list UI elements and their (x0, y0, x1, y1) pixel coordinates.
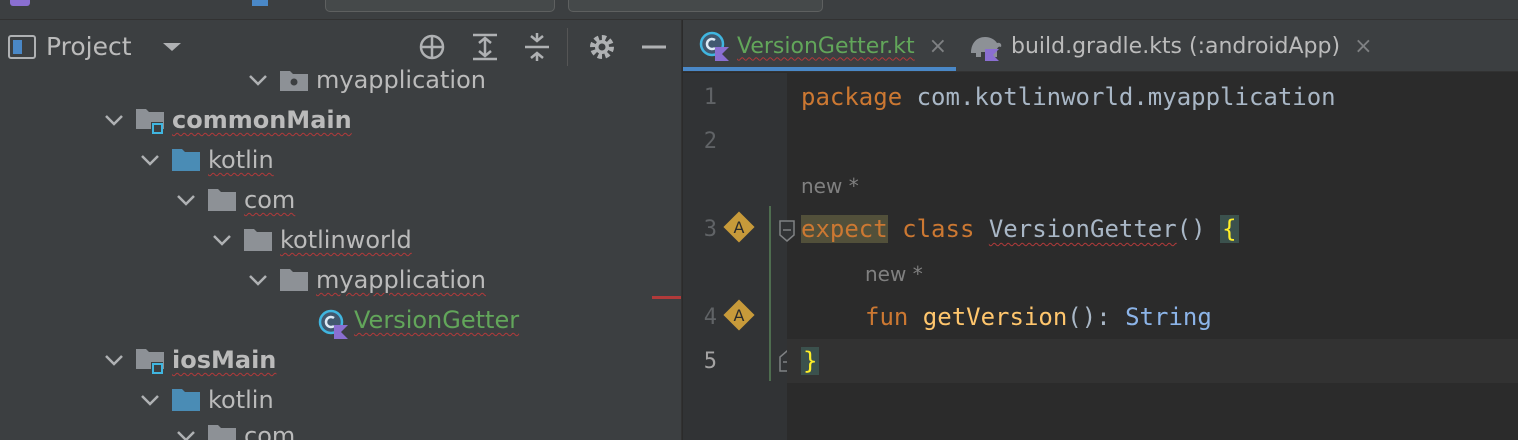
tab-label: build.gradle.kts (:androidApp) (1011, 33, 1341, 59)
code-editor[interactable]: 1 2 3 4 5 A A package com.kotlinworld.my… (683, 73, 1518, 440)
tree-node[interactable]: kotlin (138, 140, 274, 180)
tree-node[interactable]: iosMain (102, 340, 276, 380)
kotlin-class-icon (699, 31, 729, 61)
tree-label: kotlin (208, 386, 274, 414)
minimize-icon[interactable] (640, 32, 670, 62)
chevron-down-icon[interactable] (174, 188, 198, 212)
line-number: 4 (703, 305, 717, 330)
source-folder-icon (172, 149, 200, 171)
code-line-5[interactable]: } (801, 347, 820, 375)
line-number: 5 (703, 349, 717, 374)
code-line-3[interactable]: expect class VersionGetter() { (801, 215, 1239, 243)
folder-icon (244, 229, 272, 251)
kotlin-icon (10, 0, 30, 6)
toolbar-separator (567, 28, 568, 66)
chevron-down-icon[interactable] (102, 108, 126, 132)
vcs-change-marker (769, 206, 771, 381)
editor-tab-bar: VersionGetter.kt × build.gradle.kts (:an… (683, 20, 1518, 72)
parens: () (1176, 215, 1221, 243)
module-icon (252, 0, 268, 6)
package-icon (280, 69, 308, 91)
folder-icon (208, 189, 236, 211)
chevron-down-icon[interactable] (246, 268, 270, 292)
tree-label: kotlin (208, 146, 274, 174)
chevron-down-icon[interactable] (138, 388, 162, 412)
code-line-4[interactable]: fun getVersion(): String (865, 303, 1212, 331)
chevron-down-icon[interactable] (174, 424, 198, 440)
return-type: String (1125, 303, 1212, 331)
line-number: 2 (703, 129, 717, 154)
keyword-package: package (801, 83, 903, 111)
gear-icon[interactable] (587, 32, 617, 62)
chevron-down-icon[interactable] (160, 37, 184, 57)
folder-icon (280, 269, 308, 291)
tree-label: myapplication (316, 266, 486, 294)
run-configuration-selector[interactable] (325, 0, 555, 12)
tree-label: VersionGetter (354, 306, 520, 334)
parens: (): (1067, 303, 1126, 331)
code-line-1[interactable]: package com.kotlinworld.myapplication (801, 83, 1336, 111)
tree-node[interactable]: commonMain (102, 100, 352, 140)
tab-build-gradle[interactable]: build.gradle.kts (:androidApp) × (969, 20, 1373, 72)
device-selector[interactable] (568, 0, 823, 12)
current-line-highlight (787, 339, 1518, 383)
override-marker-letter: A (734, 218, 745, 237)
tree-node[interactable]: kotlin (138, 380, 274, 420)
source-root-folder-icon (136, 109, 164, 134)
chevron-down-icon[interactable] (246, 68, 270, 92)
tree-label: myapplication (316, 66, 486, 94)
close-brace: } (801, 347, 820, 375)
tab-versiongetter[interactable]: VersionGetter.kt × (699, 20, 947, 72)
keyword-expect: expect (801, 215, 888, 243)
expect-actual-marker-icon[interactable]: A (722, 210, 756, 244)
source-folder-icon (172, 389, 200, 411)
open-brace: { (1220, 215, 1239, 243)
tab-label: VersionGetter.kt (737, 33, 915, 59)
kotlin-class-icon (318, 309, 348, 339)
package-name: com.kotlinworld.myapplication (902, 83, 1336, 111)
code-vision-hint[interactable]: new * (801, 174, 859, 198)
chevron-down-icon[interactable] (138, 148, 162, 172)
gradle-icon (969, 31, 1003, 61)
locate-file-icon[interactable] (417, 32, 447, 62)
code-vision-hint[interactable]: new * (865, 262, 923, 286)
tree-node[interactable]: com (174, 180, 295, 220)
tree-label: com (244, 186, 296, 214)
chevron-down-icon[interactable] (102, 348, 126, 372)
keyword-fun: fun (865, 303, 923, 331)
collapse-all-icon[interactable] (522, 32, 552, 62)
tree-node[interactable]: myapplication (246, 260, 486, 300)
project-window-icon (8, 35, 36, 59)
close-icon[interactable]: × (929, 34, 947, 59)
tree-node[interactable]: com (174, 416, 295, 440)
line-number: 3 (703, 217, 717, 242)
tree-node[interactable]: myapplication (246, 60, 486, 100)
tree-label: com (244, 422, 296, 440)
expand-all-icon[interactable] (470, 32, 500, 62)
tree-label: commonMain (172, 106, 352, 134)
folder-icon (208, 425, 236, 440)
keyword-class: class (887, 215, 989, 243)
line-number: 1 (703, 85, 717, 110)
project-tool-window: Project myapplication commonMain kotlin … (0, 20, 681, 440)
fold-collapse-icon[interactable] (778, 219, 796, 243)
class-name: VersionGetter (988, 215, 1177, 243)
expect-actual-marker-icon[interactable]: A (722, 298, 756, 332)
project-title[interactable]: Project (46, 32, 132, 61)
error-stripe-marker (652, 296, 681, 299)
editor-gutter: 1 2 3 4 5 A A (683, 73, 795, 440)
source-root-folder-icon (136, 349, 164, 374)
tree-node-selected-file[interactable]: VersionGetter (318, 300, 519, 340)
active-tab-indicator (683, 67, 956, 71)
chevron-down-icon[interactable] (210, 228, 234, 252)
tree-label: iosMain (172, 346, 277, 374)
close-icon[interactable]: × (1354, 34, 1372, 59)
function-name: getVersion (922, 303, 1068, 331)
main-toolbar (0, 0, 1518, 20)
tree-label: kotlinworld (280, 226, 412, 254)
tree-node[interactable]: kotlinworld (210, 220, 412, 260)
override-marker-letter: A (734, 306, 745, 325)
